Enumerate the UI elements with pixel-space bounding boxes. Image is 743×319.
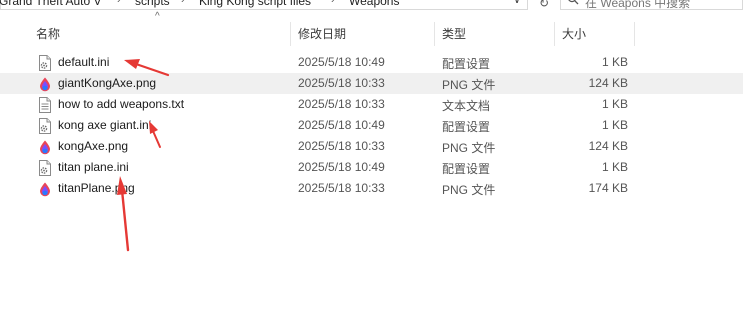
sort-ascending-icon: ^ [155, 11, 160, 22]
file-name: how to add weapons.txt [58, 97, 185, 111]
text-document-icon [39, 97, 51, 113]
file-row[interactable]: default.ini 2025/5/18 10:49 配置设置 1 KB [0, 52, 743, 73]
file-modified-date: 2025/5/18 10:33 [298, 76, 385, 90]
file-modified-date: 2025/5/18 10:33 [298, 181, 385, 195]
breadcrumb-separator-icon[interactable]: › [117, 0, 121, 6]
file-modified-date: 2025/5/18 10:49 [298, 160, 385, 174]
ini-settings-icon [39, 55, 51, 71]
png-image-icon [40, 182, 50, 197]
file-row[interactable]: titan plane.ini 2025/5/18 10:49 配置设置 1 K… [0, 157, 743, 178]
column-divider[interactable] [634, 22, 635, 46]
file-name: titan plane.ini [58, 160, 129, 174]
column-header-type[interactable]: 类型 [434, 22, 554, 46]
file-name: kongAxe.png [58, 139, 129, 153]
file-modified-date: 2025/5/18 10:33 [298, 97, 385, 111]
file-type: PNG 文件 [442, 78, 496, 92]
file-row[interactable]: titanPlane.png 2025/5/18 10:33 PNG 文件 17… [0, 178, 743, 199]
address-bar[interactable]: Grand Theft Auto V › scripts › King Kong… [0, 0, 528, 10]
column-header-size[interactable]: 大小 [554, 22, 634, 46]
file-size: 1 KB [601, 118, 628, 132]
file-modified-date: 2025/5/18 10:49 [298, 55, 385, 69]
chevron-down-icon[interactable]: ∨ [513, 0, 521, 6]
file-modified-date: 2025/5/18 10:49 [298, 118, 385, 132]
file-row[interactable]: kong axe giant.ini 2025/5/18 10:49 配置设置 … [0, 115, 743, 136]
file-name: titanPlane.png [58, 181, 135, 195]
file-size: 124 KB [588, 76, 628, 90]
column-header-row: 名称 修改日期 类型 大小 [0, 22, 743, 46]
search-icon [568, 0, 579, 5]
refresh-icon[interactable]: ↻ [534, 0, 554, 10]
breadcrumb-item-king-kong[interactable]: King Kong script files [199, 0, 311, 8]
breadcrumb-item-weapons[interactable]: Weapons [349, 0, 399, 8]
breadcrumb-item-gtav[interactable]: Grand Theft Auto V [0, 0, 102, 8]
file-modified-date: 2025/5/18 10:33 [298, 139, 385, 153]
column-header-date[interactable]: 修改日期 [290, 22, 434, 46]
search-box[interactable]: 在 Weapons 中搜索 [560, 0, 743, 10]
ini-settings-icon [39, 160, 51, 176]
file-size: 124 KB [588, 139, 628, 153]
file-type: 配置设置 [442, 57, 491, 71]
file-type: 配置设置 [442, 162, 491, 176]
breadcrumb-separator-icon[interactable]: › [181, 0, 185, 6]
file-name: giantKongAxe.png [58, 76, 157, 90]
file-name: kong axe giant.ini [58, 118, 152, 132]
file-size: 1 KB [601, 55, 628, 69]
file-type: 配置设置 [442, 120, 491, 134]
column-header-name[interactable]: 名称 [28, 22, 290, 46]
png-image-icon [40, 140, 50, 155]
png-image-icon [40, 77, 50, 92]
file-row[interactable]: kongAxe.png 2025/5/18 10:33 PNG 文件 124 K… [0, 136, 743, 157]
file-type: PNG 文件 [442, 141, 496, 155]
file-row[interactable]: how to add weapons.txt 2025/5/18 10:33 文… [0, 94, 743, 115]
breadcrumb-separator-icon[interactable]: › [331, 0, 335, 6]
file-name: default.ini [58, 55, 110, 69]
breadcrumb-item-scripts[interactable]: scripts [135, 0, 170, 8]
file-size: 174 KB [588, 181, 628, 195]
file-row[interactable]: giantKongAxe.png 2025/5/18 10:33 PNG 文件 … [0, 73, 743, 94]
search-placeholder: 在 Weapons 中搜索 [585, 0, 691, 10]
file-size: 1 KB [601, 97, 628, 111]
file-type: PNG 文件 [442, 183, 496, 197]
ini-settings-icon [39, 118, 51, 134]
file-type: 文本文档 [442, 99, 491, 113]
file-size: 1 KB [601, 160, 628, 174]
